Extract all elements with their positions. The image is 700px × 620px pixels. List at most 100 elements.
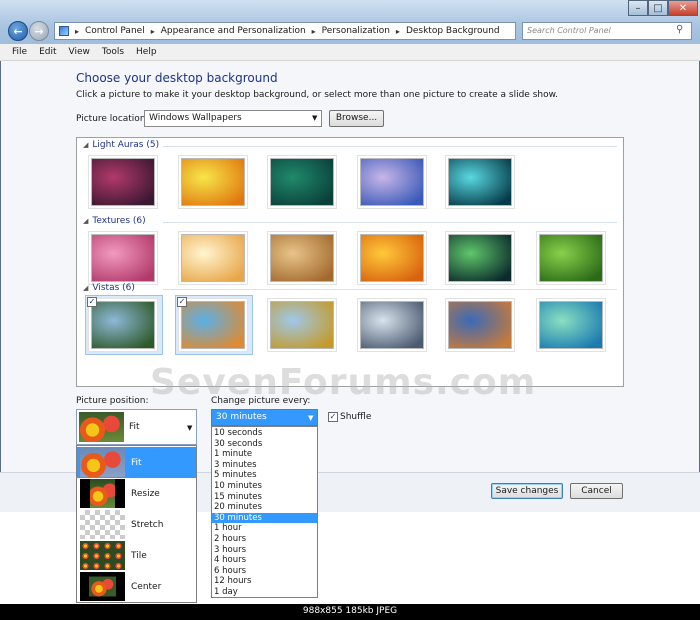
picture-position-select[interactable]: Fit ▼ <box>76 409 197 445</box>
breadcrumb-personalization[interactable]: Personalization <box>322 26 390 36</box>
group-label: Light Auras (5) <box>92 140 160 150</box>
browse-button[interactable]: Browse... <box>329 110 384 127</box>
wallpaper-thumbnail[interactable] <box>360 234 424 282</box>
wallpaper-thumbnail[interactable] <box>539 234 603 282</box>
interval-option[interactable]: 10 seconds <box>212 428 317 439</box>
collapse-triangle-icon[interactable]: ◢ <box>83 217 88 225</box>
wallpaper-gallery[interactable]: ◢ Light Auras (5) ◢ Textures (6) ◢ Vistas (6)… <box>76 137 624 387</box>
interval-option[interactable]: 30 minutes <box>212 512 317 524</box>
wallpaper-thumbnail[interactable] <box>360 158 424 206</box>
menu-tools[interactable]: Tools <box>102 47 124 57</box>
menu-bar: File Edit View Tools Help <box>0 44 700 61</box>
menu-edit[interactable]: Edit <box>39 47 56 57</box>
wallpaper-thumbnail[interactable] <box>448 234 512 282</box>
group-label: Textures (6) <box>92 216 146 226</box>
interval-option[interactable]: 15 minutes <box>212 492 317 503</box>
wallpaper-thumbnail[interactable] <box>270 301 334 349</box>
picture-position-label: Picture position: <box>76 396 149 406</box>
save-changes-button[interactable]: Save changes <box>491 483 563 499</box>
shuffle-checkbox[interactable]: ✓ <box>328 412 338 422</box>
search-input[interactable]: Search Control Panel <box>522 22 692 40</box>
interval-option[interactable]: 1 day <box>212 587 317 598</box>
chevron-down-icon[interactable]: ▼ <box>308 414 313 422</box>
position-preview-thumb <box>80 510 125 539</box>
interval-option[interactable]: 3 hours <box>212 545 317 556</box>
interval-option[interactable]: 6 hours <box>212 566 317 577</box>
image-info-bar: 988x855 185kb JPEG <box>0 604 700 620</box>
address-bar[interactable]: ▸ Control Panel ▸ Appearance and Persona… <box>54 22 516 40</box>
group-header[interactable]: ◢ Textures (6) <box>83 216 146 226</box>
position-option-label: Fit <box>131 457 142 468</box>
interval-option[interactable]: 3 minutes <box>212 460 317 471</box>
forward-button[interactable]: → <box>29 21 49 41</box>
position-preview-thumb <box>80 572 125 601</box>
breadcrumb-desktop-background[interactable]: Desktop Background <box>406 26 500 36</box>
chevron-down-icon[interactable]: ▼ <box>187 424 192 432</box>
wallpaper-thumbnail[interactable] <box>181 301 245 349</box>
wallpaper-thumbnail[interactable] <box>448 301 512 349</box>
wallpaper-thumbnail[interactable] <box>91 158 155 206</box>
group-header[interactable]: ◢ Light Auras (5) <box>83 140 159 150</box>
position-option-resize[interactable]: Resize <box>77 478 196 509</box>
back-button[interactable]: ← <box>8 21 28 41</box>
interval-option[interactable]: 20 minutes <box>212 502 317 513</box>
close-button[interactable]: ✕ <box>668 0 698 16</box>
interval-option[interactable]: 5 minutes <box>212 470 317 481</box>
position-option-tile[interactable]: Tile <box>77 540 196 571</box>
menu-file[interactable]: File <box>12 47 27 57</box>
close-icon: ✕ <box>678 2 688 14</box>
wallpaper-thumbnail[interactable] <box>91 234 155 282</box>
search-icon[interactable]: ⚲ <box>676 24 683 35</box>
forward-arrow-icon: → <box>34 24 44 38</box>
interval-option[interactable]: 4 hours <box>212 555 317 566</box>
interval-option[interactable]: 10 minutes <box>212 481 317 492</box>
interval-option[interactable]: 1 minute <box>212 449 317 460</box>
menu-view[interactable]: View <box>69 47 90 57</box>
wallpaper-thumbnail[interactable] <box>270 234 334 282</box>
collapse-triangle-icon[interactable]: ◢ <box>83 284 88 292</box>
interval-value: 30 minutes <box>216 412 267 422</box>
group-divider <box>163 146 617 147</box>
position-preview-thumb <box>79 412 124 442</box>
group-header[interactable]: ◢ Vistas (6) <box>83 283 135 293</box>
position-option-label: Center <box>131 581 162 592</box>
collapse-triangle-icon[interactable]: ◢ <box>83 141 88 149</box>
interval-option[interactable]: 1 hour <box>212 523 317 534</box>
position-option-label: Tile <box>131 550 147 561</box>
breadcrumb-control-panel[interactable]: Control Panel <box>85 26 145 36</box>
position-option-center[interactable]: Center <box>77 571 196 602</box>
position-option-stretch[interactable]: Stretch <box>77 509 196 540</box>
interval-dropdown[interactable]: 10 seconds 30 seconds 1 minute 3 minutes 5 m… <box>211 426 318 598</box>
cancel-button[interactable]: Cancel <box>570 483 623 499</box>
thumb-checkbox[interactable]: ✓ <box>177 297 187 307</box>
chevron-down-icon[interactable]: ▼ <box>312 114 317 122</box>
interval-select[interactable]: 30 minutes ▼ <box>211 409 318 426</box>
wallpaper-thumbnail[interactable] <box>181 158 245 206</box>
thumb-checkbox[interactable]: ✓ <box>87 297 97 307</box>
wallpaper-thumbnail[interactable] <box>270 158 334 206</box>
position-option-label: Stretch <box>131 519 164 530</box>
breadcrumb-separator: ▸ <box>150 26 155 36</box>
wallpaper-thumbnail[interactable] <box>448 158 512 206</box>
minimize-button[interactable]: – <box>628 0 648 16</box>
picture-position-dropdown[interactable]: Fit Resize Stretch Tile Center <box>76 445 197 603</box>
wallpaper-thumbnail[interactable] <box>91 301 155 349</box>
change-picture-label: Change picture every: <box>211 396 311 406</box>
position-value: Fit <box>129 422 140 432</box>
menu-help[interactable]: Help <box>136 47 157 57</box>
wallpaper-thumbnail[interactable] <box>360 301 424 349</box>
wallpaper-thumbnail[interactable] <box>539 301 603 349</box>
maximize-button[interactable]: □ <box>648 0 668 16</box>
group-divider <box>163 222 617 223</box>
interval-option[interactable]: 30 seconds <box>212 439 317 450</box>
wallpaper-thumbnail[interactable] <box>181 234 245 282</box>
position-preview-thumb <box>80 541 125 570</box>
picture-location-select[interactable]: Windows Wallpapers <box>144 110 322 127</box>
breadcrumb-separator: ▸ <box>311 26 316 36</box>
interval-option[interactable]: 2 hours <box>212 534 317 545</box>
group-label: Vistas (6) <box>92 283 135 293</box>
interval-option[interactable]: 12 hours <box>212 576 317 587</box>
position-option-fit[interactable]: Fit <box>77 447 196 478</box>
breadcrumb-separator: ▸ <box>75 26 80 36</box>
breadcrumb-appearance[interactable]: Appearance and Personalization <box>161 26 306 36</box>
